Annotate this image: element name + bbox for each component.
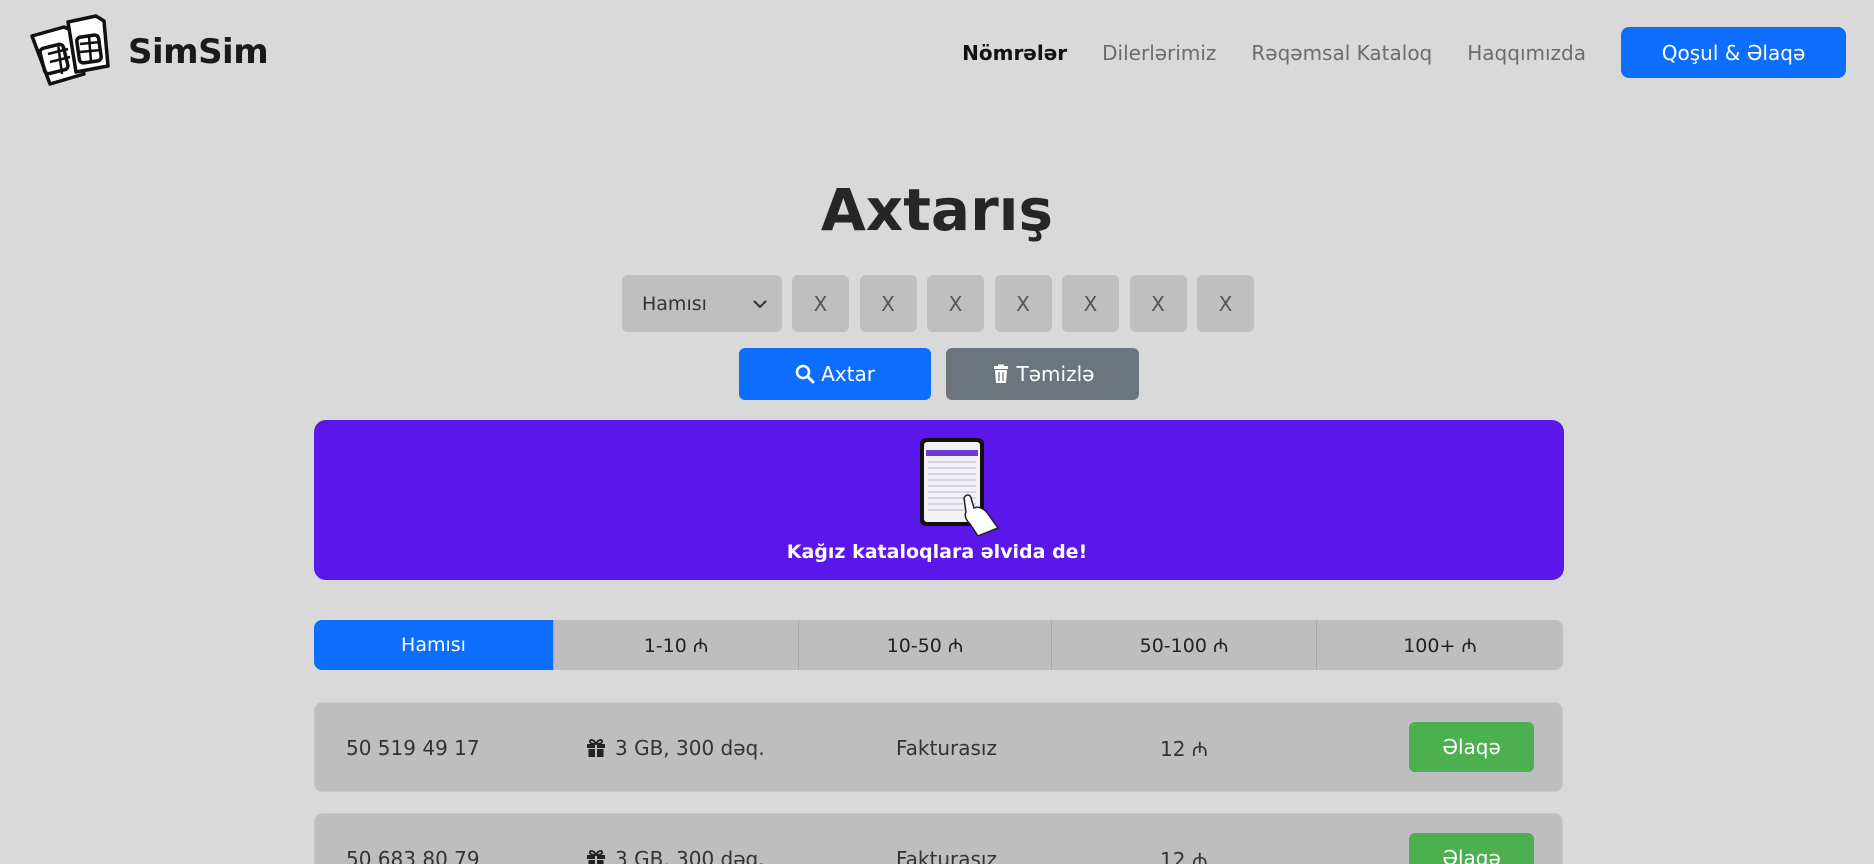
nav-item-digital-catalog[interactable]: Rəqəmsal Kataloq <box>1251 41 1432 65</box>
page-title: Axtarış <box>820 176 1054 244</box>
search-actions: Axtar Təmizlə <box>739 348 1139 400</box>
digit-input-3[interactable]: X <box>927 275 984 332</box>
clear-button[interactable]: Təmizlə <box>946 348 1139 400</box>
chevron-down-icon <box>753 299 767 308</box>
contact-button[interactable]: Əlaqə <box>1409 833 1534 864</box>
nav-item-numbers[interactable]: Nömrələr <box>962 41 1067 65</box>
price-filter-tabs: Hamısı 1-10 ₼ 10-50 ₼ 50-100 ₼ 100+ ₼ <box>314 620 1563 670</box>
phone-number: 50 683 80 79 <box>346 847 480 864</box>
package-info: 3 GB, 300 dəq. <box>586 814 765 864</box>
search-button-label: Axtar <box>821 362 875 386</box>
tab-100-plus[interactable]: 100+ ₼ <box>1317 620 1563 670</box>
logo[interactable]: SimSim <box>28 14 269 90</box>
prefix-select-value: Hamısı <box>642 292 707 315</box>
join-contact-button[interactable]: Qoşul & Əlaqə <box>1621 27 1846 78</box>
phone-number: 50 519 49 17 <box>346 736 480 760</box>
tab-10-50[interactable]: 10-50 ₼ <box>799 620 1052 670</box>
trash-icon <box>993 364 1008 383</box>
number-row: 50 683 80 79 3 GB, 300 dəq. Fakturasız 1… <box>314 813 1563 864</box>
digit-input-6[interactable]: X <box>1129 275 1187 332</box>
search-button[interactable]: Axtar <box>739 348 931 400</box>
gift-icon <box>587 850 605 864</box>
tablet-catalog-icon <box>920 438 1000 536</box>
nav-item-about[interactable]: Haqqımızda <box>1467 41 1586 65</box>
header: SimSim Nömrələr Dilerlərimiz Rəqəmsal Ka… <box>0 0 1874 106</box>
prefix-select[interactable]: Hamısı <box>622 275 782 332</box>
search-icon <box>795 364 815 384</box>
number-row: 50 519 49 17 3 GB, 300 dəq. Fakturasız 1… <box>314 702 1563 792</box>
number-price: 12 ₼ <box>1160 847 1209 864</box>
sim-cards-icon <box>30 14 110 86</box>
digit-input-1[interactable]: X <box>792 275 849 332</box>
clear-button-label: Təmizlə <box>1016 362 1095 386</box>
tab-50-100[interactable]: 50-100 ₼ <box>1052 620 1317 670</box>
number-search-form: Hamısı X X X X X X X <box>622 275 1265 332</box>
brand-name: SimSim <box>128 32 269 72</box>
digit-input-2[interactable]: X <box>859 275 917 332</box>
main-nav: Nömrələr Dilerlərimiz Rəqəmsal Kataloq H… <box>962 27 1846 78</box>
package-info: 3 GB, 300 dəq. <box>586 703 765 793</box>
number-type: Fakturasız <box>896 736 997 760</box>
nav-item-dealers[interactable]: Dilerlərimiz <box>1102 41 1216 65</box>
gift-icon <box>587 739 605 757</box>
banner-text: Kağız kataloqlara əlvida de! <box>786 541 1088 563</box>
number-type: Fakturasız <box>896 847 997 864</box>
tab-1-10[interactable]: 1-10 ₼ <box>554 620 799 670</box>
tab-all[interactable]: Hamısı <box>314 620 554 670</box>
package-text: 3 GB, 300 dəq. <box>615 736 765 760</box>
number-price: 12 ₼ <box>1160 736 1209 761</box>
digit-input-4[interactable]: X <box>994 275 1052 332</box>
digit-input-7[interactable]: X <box>1197 275 1254 332</box>
contact-button[interactable]: Əlaqə <box>1409 722 1534 772</box>
package-text: 3 GB, 300 dəq. <box>615 847 765 864</box>
digit-input-5[interactable]: X <box>1062 275 1119 332</box>
